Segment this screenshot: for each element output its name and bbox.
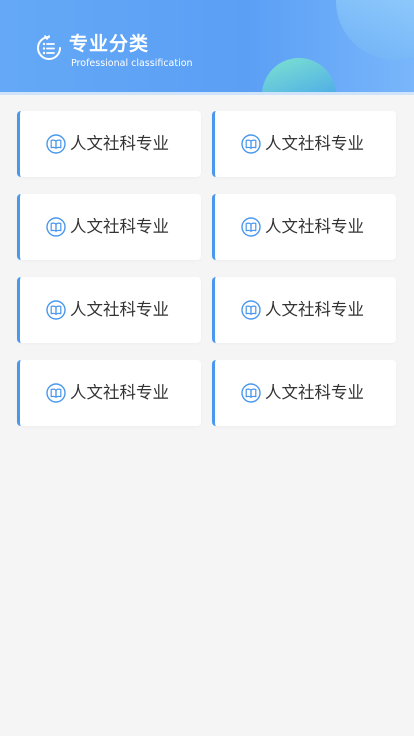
decorative-circle-bottom <box>262 58 336 92</box>
book-icon <box>241 300 261 320</box>
category-card[interactable]: 人文社科专业 <box>212 277 396 343</box>
category-label: 人文社科专业 <box>70 217 169 236</box>
category-label: 人文社科专业 <box>265 300 364 319</box>
book-icon <box>241 383 261 403</box>
category-card[interactable]: 人文社科专业 <box>212 360 396 426</box>
category-card[interactable]: 人文社科专业 <box>17 360 201 426</box>
page-header: 专业分类 Professional classification <box>0 0 414 92</box>
category-label: 人文社科专业 <box>70 383 169 402</box>
page-title: 专业分类 <box>69 33 150 55</box>
category-label: 人文社科专业 <box>265 383 364 402</box>
book-icon <box>241 134 261 154</box>
category-card[interactable]: 人文社科专业 <box>212 194 396 260</box>
book-icon <box>241 217 261 237</box>
category-label: 人文社科专业 <box>70 300 169 319</box>
category-label: 人文社科专业 <box>265 217 364 236</box>
category-card[interactable]: 人文社科专业 <box>212 111 396 177</box>
book-icon <box>46 217 66 237</box>
page-subtitle: Professional classification <box>71 58 193 69</box>
list-icon <box>37 35 61 60</box>
decorative-circle-top <box>336 0 414 60</box>
header-divider <box>0 92 414 95</box>
category-card[interactable]: 人文社科专业 <box>17 277 201 343</box>
category-card[interactable]: 人文社科专业 <box>17 111 201 177</box>
book-icon <box>46 300 66 320</box>
category-label: 人文社科专业 <box>70 134 169 153</box>
book-icon <box>46 383 66 403</box>
category-label: 人文社科专业 <box>265 134 364 153</box>
category-card[interactable]: 人文社科专业 <box>17 194 201 260</box>
book-icon <box>46 134 66 154</box>
